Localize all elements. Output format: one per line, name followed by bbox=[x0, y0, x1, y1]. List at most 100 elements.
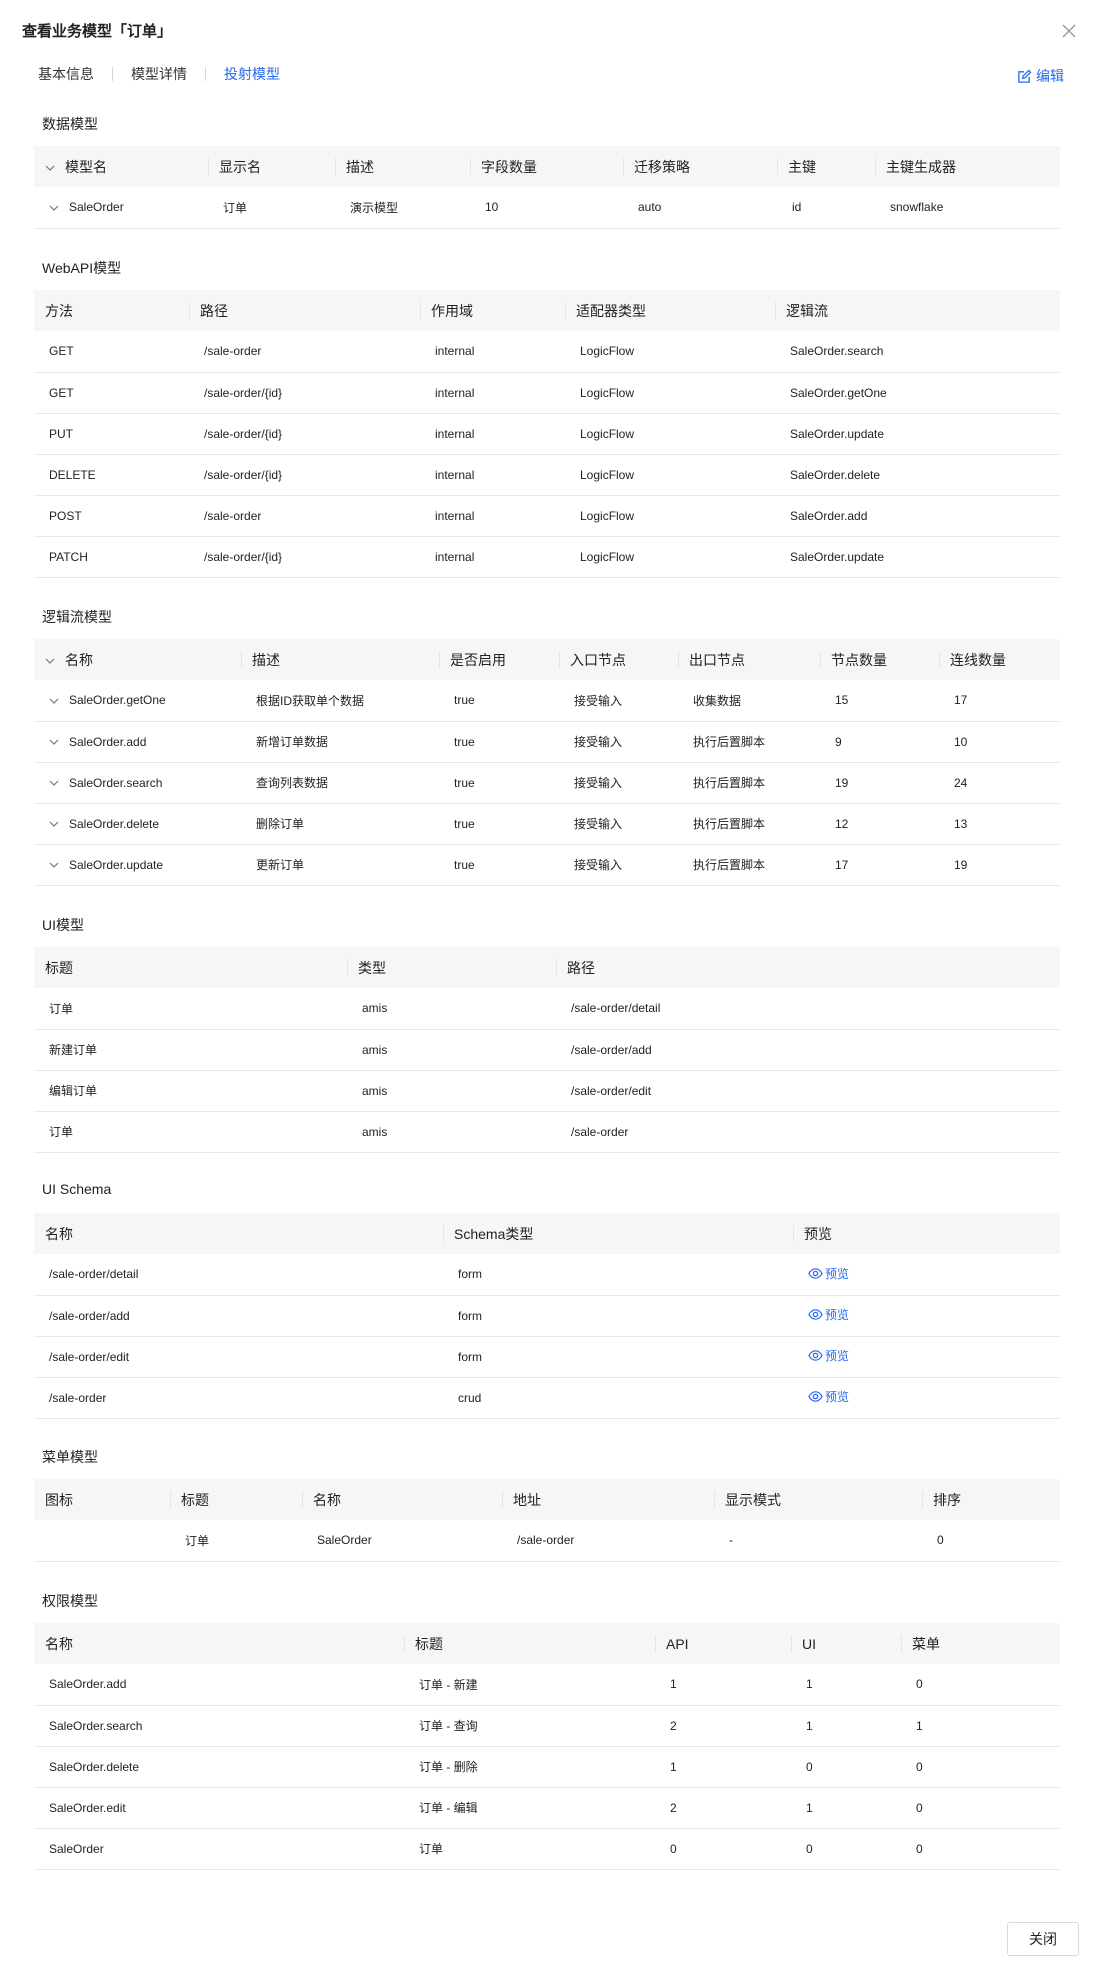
menu-model-table: 图标 标题 名称 地址 显示模式 排序 订单 SaleOrder/sale-ord… bbox=[34, 1479, 1060, 1562]
table-row: SaleOrder.search 查询列表数据 true 接受输入 执行后置脚本 19 24 bbox=[34, 762, 1060, 804]
table-cell: /sale-order bbox=[189, 495, 420, 537]
table-cell: GET bbox=[34, 372, 189, 414]
preview-link[interactable]: 预览 bbox=[808, 1306, 849, 1323]
table-cell: /sale-order/add bbox=[556, 1029, 1060, 1071]
preview-link[interactable]: 预览 bbox=[808, 1388, 849, 1405]
table-cell: crud bbox=[443, 1377, 793, 1419]
table-row: /sale-order/detail form 预览 bbox=[34, 1254, 1060, 1296]
ui-model-table: 标题 类型 路径 订单 amis/sale-order/detail 新建订单 am… bbox=[34, 947, 1060, 1153]
chevron-down-icon[interactable] bbox=[45, 163, 55, 173]
table-cell: auto bbox=[623, 187, 777, 229]
column-header: 名称 bbox=[34, 639, 241, 680]
table-cell: 预览 bbox=[793, 1295, 1060, 1337]
table-row: 新建订单 amis/sale-order/add bbox=[34, 1029, 1060, 1071]
table-cell: LogicFlow bbox=[565, 536, 775, 578]
table-cell: /sale-order bbox=[189, 331, 420, 373]
table-cell: id bbox=[777, 187, 875, 229]
table-cell: SaleOrder bbox=[34, 187, 208, 229]
table-cell: 预览 bbox=[793, 1377, 1060, 1419]
column-header: 名称 bbox=[34, 1213, 443, 1254]
table-cell: 预览 bbox=[793, 1336, 1060, 1378]
table-cell: 1 bbox=[901, 1705, 1060, 1747]
preview-link[interactable]: 预览 bbox=[808, 1265, 849, 1282]
close-button[interactable]: 关闭 bbox=[1007, 1922, 1079, 1956]
column-header: 连线数量 bbox=[939, 639, 1060, 680]
tab-bar: 基本信息 模型详情 投射模型 bbox=[38, 64, 280, 84]
column-header: 逻辑流 bbox=[775, 290, 1060, 331]
table-cell: 1 bbox=[791, 1664, 901, 1706]
table-cell: 删除订单 bbox=[241, 803, 439, 845]
column-header: 图标 bbox=[34, 1479, 170, 1520]
table-cell: 订单 - 查询 bbox=[404, 1705, 655, 1747]
column-header: 字段数量 bbox=[470, 146, 623, 187]
chevron-down-icon[interactable] bbox=[49, 203, 59, 213]
table-cell: LogicFlow bbox=[565, 372, 775, 414]
table-cell: SaleOrder.edit bbox=[34, 1787, 404, 1829]
column-header: 路径 bbox=[189, 290, 420, 331]
table-cell: 接受输入 bbox=[559, 844, 678, 886]
table-cell: /sale-order/detail bbox=[34, 1254, 443, 1296]
chevron-down-icon[interactable] bbox=[49, 860, 59, 870]
chevron-down-icon[interactable] bbox=[49, 778, 59, 788]
section-title-data-model: 数据模型 bbox=[42, 116, 98, 132]
table-cell: 17 bbox=[939, 680, 1060, 722]
column-header: 显示模式 bbox=[714, 1479, 922, 1520]
table-cell: 接受输入 bbox=[559, 680, 678, 722]
tab-projection-model[interactable]: 投射模型 bbox=[224, 64, 280, 84]
column-header: 是否启用 bbox=[439, 639, 559, 680]
table-row: /sale-order/add form 预览 bbox=[34, 1295, 1060, 1337]
table-cell: 演示模型 bbox=[335, 187, 470, 229]
table-cell: internal bbox=[420, 331, 565, 373]
edit-icon bbox=[1017, 69, 1036, 84]
table-row: 订单 amis/sale-order/detail bbox=[34, 988, 1060, 1030]
preview-link[interactable]: 预览 bbox=[808, 1347, 849, 1364]
table-cell: SaleOrder.getOne bbox=[775, 372, 1060, 414]
table-cell: 编辑订单 bbox=[34, 1070, 347, 1112]
table-cell: SaleOrder.add bbox=[775, 495, 1060, 537]
table-cell: 0 bbox=[901, 1746, 1060, 1788]
ui-schema-table: 名称 Schema类型 预览 /sale-order/detail form 预览 … bbox=[34, 1213, 1060, 1419]
table-row: /sale-order crud 预览 bbox=[34, 1377, 1060, 1419]
chevron-down-icon[interactable] bbox=[49, 737, 59, 747]
table-cell: SaleOrder.delete bbox=[34, 1746, 404, 1788]
column-header: Schema类型 bbox=[443, 1213, 793, 1254]
table-cell: LogicFlow bbox=[565, 331, 775, 373]
table-cell: 19 bbox=[820, 762, 939, 804]
column-header: 标题 bbox=[170, 1479, 302, 1520]
table-cell: amis bbox=[347, 1029, 556, 1071]
table-cell: 19 bbox=[939, 844, 1060, 886]
table-row: GET/sale-order/{id} internal LogicFlow Sale… bbox=[34, 372, 1060, 414]
table-cell: SaleOrder.update bbox=[775, 536, 1060, 578]
table-cell: snowflake bbox=[875, 187, 1060, 229]
tab-model-details[interactable]: 模型详情 bbox=[131, 64, 187, 84]
table-row: SaleOrder.delete 删除订单 true 接受输入 执行后置脚本 12 13 bbox=[34, 803, 1060, 845]
close-icon[interactable] bbox=[1058, 20, 1080, 42]
table-cell: /sale-order bbox=[556, 1111, 1060, 1153]
dialog-title: 查看业务模型「订单」 bbox=[22, 23, 173, 40]
column-header: 标题 bbox=[404, 1623, 655, 1664]
table-header-row: 标题 类型 路径 bbox=[34, 947, 1060, 988]
column-header: 类型 bbox=[347, 947, 556, 988]
table-cell: 10 bbox=[470, 187, 623, 229]
table-cell: /sale-order bbox=[34, 1377, 443, 1419]
table-cell: 24 bbox=[939, 762, 1060, 804]
section-title-webapi-model: WebAPI模型 bbox=[42, 260, 122, 276]
edit-button[interactable]: 编辑 bbox=[1017, 66, 1064, 86]
table-cell: internal bbox=[420, 372, 565, 414]
column-header: 适配器类型 bbox=[565, 290, 775, 331]
table-row: 订单 amis/sale-order bbox=[34, 1111, 1060, 1153]
column-header: 排序 bbox=[922, 1479, 1060, 1520]
table-cell: /sale-order/detail bbox=[556, 988, 1060, 1030]
chevron-down-icon[interactable] bbox=[49, 696, 59, 706]
table-cell: GET bbox=[34, 331, 189, 373]
column-header: 主键 bbox=[777, 146, 875, 187]
webapi-model-table: 方法 路径 作用域 适配器类型 逻辑流 GET/sale-order intern… bbox=[34, 290, 1060, 578]
section-title-ui-model: UI模型 bbox=[42, 917, 84, 933]
column-header: 名称 bbox=[302, 1479, 502, 1520]
chevron-down-icon[interactable] bbox=[45, 656, 55, 666]
table-cell: 执行后置脚本 bbox=[678, 803, 820, 845]
chevron-down-icon[interactable] bbox=[49, 819, 59, 829]
tab-basic-info[interactable]: 基本信息 bbox=[38, 64, 94, 84]
table-cell: true bbox=[439, 844, 559, 886]
table-cell: /sale-order/add bbox=[34, 1295, 443, 1337]
